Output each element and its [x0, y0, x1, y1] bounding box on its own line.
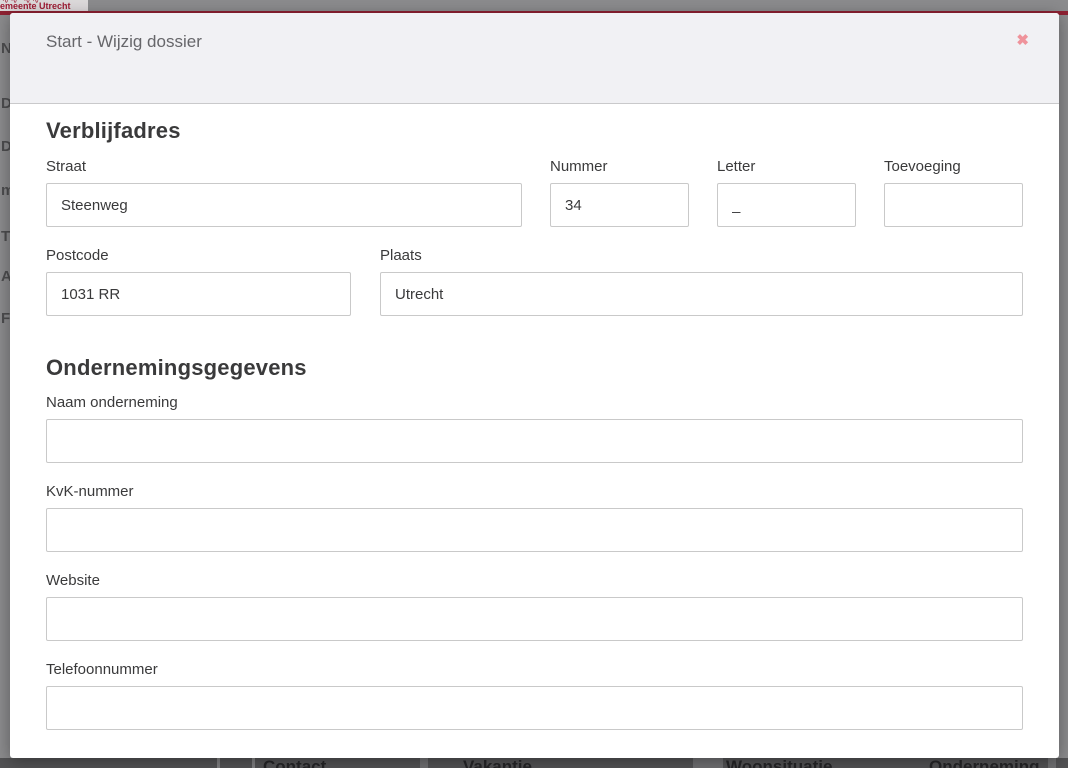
nummer-input[interactable]	[550, 183, 689, 227]
background-table-header: Contact	[263, 758, 326, 768]
plaats-input[interactable]	[380, 272, 1023, 316]
website-label: Website	[46, 572, 1023, 590]
background-text-fragment: T	[1, 228, 10, 245]
page: { "page": { "overlay_color": "#8b8b8d" }…	[0, 0, 1068, 768]
letter-input[interactable]	[717, 183, 856, 227]
background-column-gap	[693, 758, 723, 768]
straat-label: Straat	[46, 158, 522, 176]
wijzig-dossier-dialog: Start - Wijzig dossier ✖ Verblijfadres S…	[10, 13, 1059, 758]
plaats-label: Plaats	[380, 247, 1023, 265]
background-column-gap	[420, 758, 428, 768]
kvk-nummer-input[interactable]	[46, 508, 1023, 552]
letter-label: Letter	[717, 158, 856, 176]
naam-onderneming-input[interactable]	[46, 419, 1023, 463]
telefoonnummer-input[interactable]	[46, 686, 1023, 730]
dialog-title: Start - Wijzig dossier	[46, 32, 202, 52]
address-row-1: Straat Nummer Letter Toevoeging	[46, 158, 1023, 247]
background-table-header: Vakantie	[463, 758, 532, 768]
close-button[interactable]: ✖	[1014, 31, 1031, 50]
section-title-ondernemingsgegevens: Ondernemingsgegevens	[46, 355, 1023, 380]
straat-input[interactable]	[46, 183, 522, 227]
background-column-divider	[252, 758, 255, 768]
telefoonnummer-label: Telefoonnummer	[46, 661, 1023, 679]
nummer-label: Nummer	[550, 158, 689, 176]
address-row-2: Postcode Plaats	[46, 247, 1023, 336]
background-table-header-row: Contact Vakantie Woonsituatie Onderneming	[0, 758, 1068, 768]
background-column-divider	[217, 758, 220, 768]
close-icon: ✖	[1016, 32, 1029, 49]
postcode-input[interactable]	[46, 272, 351, 316]
naam-onderneming-label: Naam onderneming	[46, 394, 1023, 412]
background-table-header: Onderneming	[929, 758, 1040, 768]
background-text-fragment: F	[1, 310, 10, 327]
dialog-body: Verblijfadres Straat Nummer Letter Toevo…	[10, 104, 1059, 730]
gemeente-utrecht-wordmark: Gemeente Utrecht	[0, 1, 71, 11]
toevoeging-input[interactable]	[884, 183, 1023, 227]
website-input[interactable]	[46, 597, 1023, 641]
background-column-gap	[1048, 758, 1056, 768]
section-title-verblijfadres: Verblijfadres	[46, 118, 1023, 143]
background-table-header: Woonsituatie	[726, 758, 832, 768]
postcode-label: Postcode	[46, 247, 351, 265]
background-page-header: ∿∿ ∿∿ Gemeente Utrecht	[0, 0, 88, 11]
toevoeging-label: Toevoeging	[884, 158, 1023, 176]
dialog-header: Start - Wijzig dossier ✖	[10, 13, 1059, 104]
kvk-nummer-label: KvK-nummer	[46, 483, 1023, 501]
